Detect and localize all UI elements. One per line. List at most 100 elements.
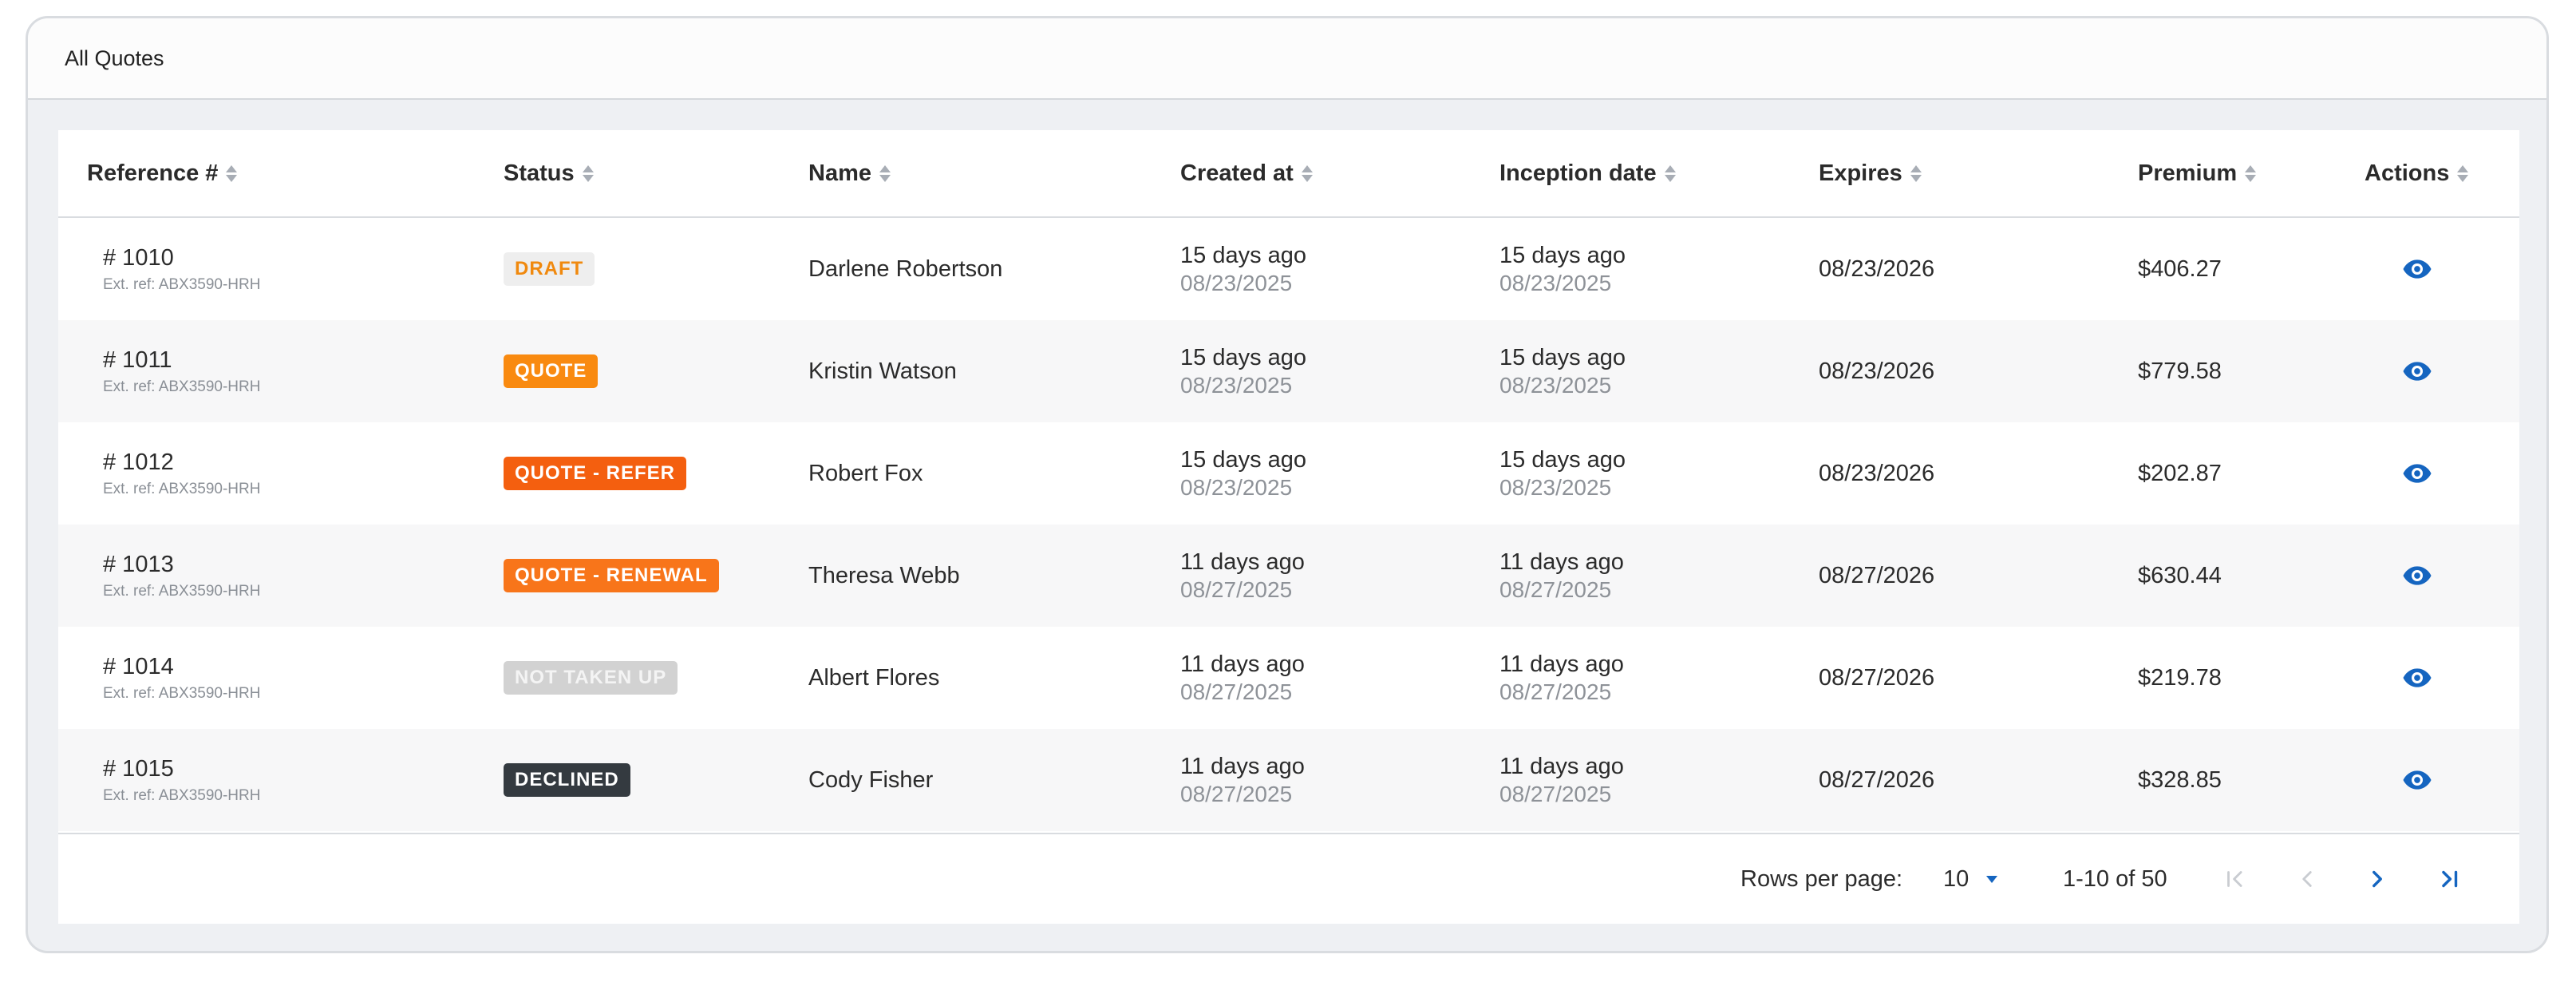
sort-icon[interactable]: [1301, 164, 1313, 182]
last-page-icon: [2442, 870, 2458, 888]
sort-icon[interactable]: [879, 164, 891, 182]
cell-reference: # 1010 Ext. ref: ABX3590-HRH: [103, 218, 260, 320]
cell-name: Darlene Robertson: [808, 218, 1002, 320]
inception-relative: 11 days ago: [1499, 753, 1624, 779]
inception-date: 08/27/2025: [1499, 781, 1612, 806]
premium-amount: $779.58: [2138, 358, 2222, 384]
insured-name: Cody Fisher: [808, 766, 934, 793]
eye-icon[interactable]: [2401, 764, 2433, 796]
last-page-button[interactable]: [2432, 861, 2467, 897]
created-relative: 15 days ago: [1180, 242, 1307, 268]
sort-icon[interactable]: [582, 164, 594, 182]
sort-icon[interactable]: [226, 164, 238, 182]
expires-date: 08/23/2026: [1819, 460, 1935, 486]
first-page-button[interactable]: [2218, 861, 2253, 897]
eye-icon[interactable]: [2401, 253, 2433, 285]
table-row[interactable]: # 1013 Ext. ref: ABX3590-HRH QUOTE - REN…: [58, 525, 2519, 627]
eye-icon[interactable]: [2401, 662, 2433, 694]
th-status[interactable]: Status: [504, 130, 594, 216]
cell-expires: 08/23/2026: [1819, 320, 1934, 422]
inception-relative: 15 days ago: [1499, 446, 1626, 473]
eye-icon[interactable]: [2401, 457, 2433, 489]
cell-premium: $219.78: [2138, 627, 2222, 729]
created-relative: 11 days ago: [1180, 548, 1305, 575]
table-row[interactable]: # 1015 Ext. ref: ABX3590-HRH DECLINED Co…: [58, 729, 2519, 831]
table-row[interactable]: # 1012 Ext. ref: ABX3590-HRH QUOTE - REF…: [58, 422, 2519, 525]
card-header: All Quotes: [28, 18, 2546, 100]
prev-page-button[interactable]: [2290, 861, 2325, 897]
cell-actions: [2365, 627, 2433, 729]
cell-created-at: 15 days ago 08/23/2025: [1180, 218, 1306, 320]
table-row[interactable]: # 1014 Ext. ref: ABX3590-HRH NOT TAKEN U…: [58, 627, 2519, 729]
premium-amount: $406.27: [2138, 255, 2222, 282]
column-label: Actions: [2365, 160, 2450, 186]
th-reference[interactable]: Reference #: [87, 130, 238, 216]
status-badge: QUOTE - RENEWAL: [504, 558, 719, 593]
column-label: Created at: [1180, 160, 1294, 186]
cell-actions: [2365, 218, 2433, 320]
column-label: Premium: [2138, 160, 2238, 186]
cell-actions: [2365, 422, 2433, 525]
th-created-at[interactable]: Created at: [1180, 130, 1313, 216]
table-row[interactable]: # 1011 Ext. ref: ABX3590-HRH QUOTE Krist…: [58, 320, 2519, 422]
th-inception-date[interactable]: Inception date: [1499, 130, 1676, 216]
cell-created-at: 15 days ago 08/23/2025: [1180, 422, 1306, 525]
pagination-range: 1-10 of 50: [2063, 865, 2167, 892]
prev-page-icon: [2302, 871, 2312, 887]
eye-icon[interactable]: [2401, 355, 2433, 387]
cell-inception-date: 11 days ago 08/27/2025: [1499, 525, 1624, 627]
cell-name: Robert Fox: [808, 422, 923, 525]
sort-icon[interactable]: [1910, 164, 1922, 182]
inception-relative: 11 days ago: [1499, 651, 1624, 677]
created-date: 08/27/2025: [1180, 576, 1293, 602]
rows-per-page-label: Rows per page:: [1740, 865, 1903, 892]
cell-name: Albert Flores: [808, 627, 939, 729]
cell-premium: $630.44: [2138, 525, 2222, 627]
premium-amount: $202.87: [2138, 460, 2222, 486]
inception-date: 08/23/2025: [1499, 270, 1612, 295]
sort-icon[interactable]: [2245, 164, 2257, 182]
th-premium[interactable]: Premium: [2138, 130, 2257, 216]
cell-inception-date: 15 days ago 08/23/2025: [1499, 320, 1626, 422]
th-actions[interactable]: Actions: [2365, 130, 2469, 216]
sort-icon[interactable]: [2457, 164, 2469, 182]
premium-amount: $630.44: [2138, 562, 2222, 588]
eye-icon[interactable]: [2401, 560, 2433, 592]
external-reference: Ext. ref: ABX3590-HRH: [103, 378, 261, 395]
insured-name: Theresa Webb: [808, 562, 960, 588]
cell-actions: [2365, 525, 2433, 627]
cell-name: Theresa Webb: [808, 525, 960, 627]
insured-name: Kristin Watson: [808, 358, 957, 384]
th-name[interactable]: Name: [808, 130, 891, 216]
status-badge: QUOTE - REFER: [504, 456, 687, 491]
reference-number: # 1014: [103, 653, 174, 679]
created-relative: 11 days ago: [1180, 753, 1305, 779]
external-reference: Ext. ref: ABX3590-HRH: [103, 684, 261, 702]
cell-inception-date: 11 days ago 08/27/2025: [1499, 729, 1624, 831]
cell-inception-date: 15 days ago 08/23/2025: [1499, 422, 1626, 525]
first-page-icon: [2227, 871, 2242, 887]
th-expires[interactable]: Expires: [1819, 130, 1922, 216]
column-label: Reference #: [87, 160, 219, 186]
cell-status: QUOTE - RENEWAL: [504, 525, 719, 627]
status-badge: DRAFT: [504, 251, 595, 287]
inception-relative: 15 days ago: [1499, 242, 1626, 268]
reference-number: # 1015: [103, 755, 174, 782]
column-label: Expires: [1819, 160, 1902, 186]
created-date: 08/23/2025: [1180, 372, 1293, 398]
rows-per-page-select[interactable]: 10: [1943, 834, 1998, 924]
table-row[interactable]: # 1010 Ext. ref: ABX3590-HRH DRAFT Darle…: [58, 218, 2519, 320]
inception-date: 08/23/2025: [1499, 372, 1612, 398]
sort-icon[interactable]: [1664, 164, 1676, 182]
column-label: Name: [808, 160, 871, 186]
card-title: All Quotes: [65, 46, 164, 70]
cell-reference: # 1014 Ext. ref: ABX3590-HRH: [103, 627, 260, 729]
column-label: Inception date: [1499, 160, 1657, 186]
external-reference: Ext. ref: ABX3590-HRH: [103, 480, 261, 497]
cell-status: DRAFT: [504, 218, 595, 320]
created-date: 08/23/2025: [1180, 474, 1293, 500]
next-page-button[interactable]: [2360, 861, 2395, 897]
premium-amount: $328.85: [2138, 766, 2222, 793]
inception-relative: 15 days ago: [1499, 344, 1626, 370]
inception-date: 08/23/2025: [1499, 474, 1612, 500]
